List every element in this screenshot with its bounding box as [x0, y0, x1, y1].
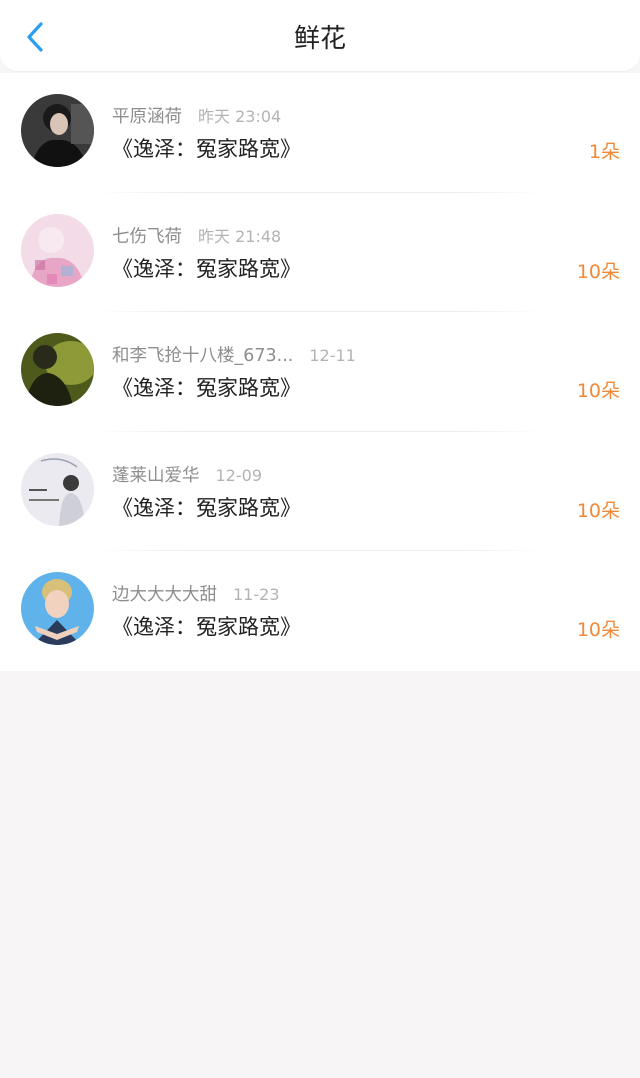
sender-name: 边大大大大甜 11-23 — [112, 585, 280, 605]
list-item[interactable]: 七伤飞荷 昨天 21:48 《逸泽：冤家路宽》 10朵 — [0, 193, 640, 312]
sent-time: 11-23 — [233, 585, 280, 604]
book-title: 《逸泽：冤家路宽》 — [112, 495, 301, 520]
flower-count: 1朵 — [588, 141, 620, 163]
sender-name: 平原涵荷 昨天 23:04 — [112, 107, 282, 127]
list-item[interactable]: 边大大大大甜 11-23 《逸泽：冤家路宽》 10朵 — [0, 551, 640, 671]
page-title: 鲜花 — [293, 24, 346, 54]
book-title: 《逸泽：冤家路宽》 — [112, 376, 301, 400]
avatar[interactable] — [21, 452, 94, 526]
flower-count: 10朵 — [576, 260, 620, 283]
sent-time: 昨天 21:48 — [198, 226, 282, 246]
flower-count: 10朵 — [576, 380, 620, 402]
book-title: 《逸泽：冤家路宽》 — [112, 137, 301, 161]
list-item[interactable]: 蓬莱山爱华 12-09 《逸泽：冤家路宽》 10朵 — [0, 432, 640, 551]
flower-list: 平原涵荷 昨天 23:04 《逸泽：冤家路宽》 1朵 七伤飞荷 昨天 21:48 《… — [0, 73, 640, 671]
sender-name: 蓬莱山爱华 12-09 — [112, 465, 263, 486]
list-item[interactable]: 和李飞抢十八楼_673... 12-11 《逸泽：冤家路宽》 10朵 — [0, 312, 640, 432]
avatar[interactable] — [21, 572, 94, 645]
sent-time: 昨天 23:04 — [198, 107, 282, 126]
nav-bar: 鲜花 — [0, 0, 640, 72]
flower-count: 10朵 — [576, 499, 620, 522]
sent-time: 12-11 — [309, 346, 356, 365]
sent-time: 12-09 — [215, 465, 263, 485]
avatar[interactable] — [21, 333, 94, 406]
flower-count: 10朵 — [576, 619, 620, 641]
avatar[interactable] — [21, 94, 94, 167]
book-title: 《逸泽：冤家路宽》 — [112, 615, 301, 639]
book-title: 《逸泽：冤家路宽》 — [112, 256, 301, 281]
avatar[interactable] — [21, 213, 94, 287]
sender-name: 和李飞抢十八楼_673... 12-11 — [112, 346, 356, 366]
sender-name: 七伤飞荷 昨天 21:48 — [112, 226, 282, 247]
list-item[interactable]: 平原涵荷 昨天 23:04 《逸泽：冤家路宽》 1朵 — [0, 73, 640, 193]
